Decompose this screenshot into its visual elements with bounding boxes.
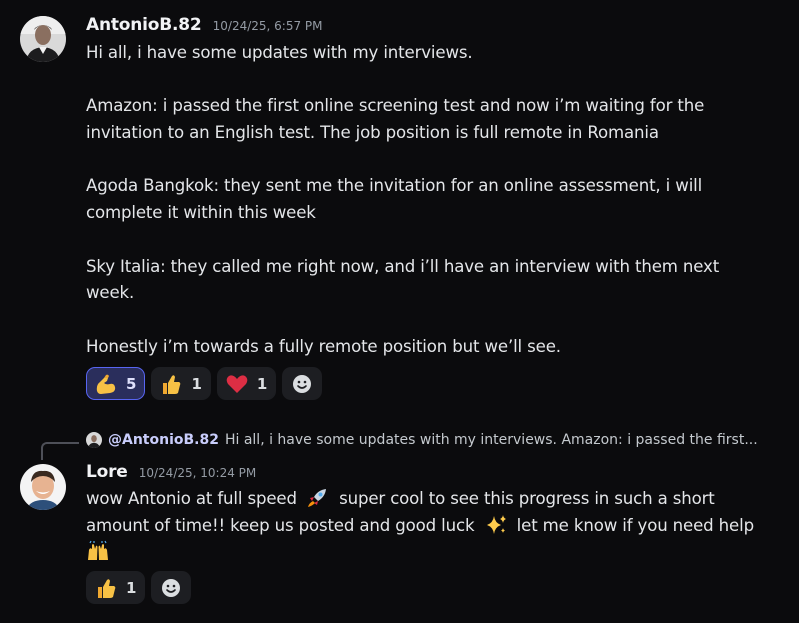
message-antonio: AntonioB.82 10/24/25, 6:57 PM Hi all, i … [0, 0, 799, 420]
person-photo-icon [20, 464, 66, 510]
message-paragraph: Sky Italia: they called me right now, an… [86, 256, 720, 303]
reaction-count: 5 [126, 374, 137, 393]
thumbs-up-icon [98, 578, 116, 598]
reaction-bar: 1 [86, 571, 192, 604]
reaction-count: 1 [256, 374, 268, 393]
reaction-thumbs-up[interactable]: 1 [151, 367, 211, 400]
smiley-add-icon [162, 578, 181, 597]
message-paragraph: Agoda Bangkok: they sent me the invitati… [86, 176, 703, 223]
reaction-thumbs-up[interactable]: 1 [86, 571, 146, 604]
thumbs-up-icon [163, 374, 181, 394]
username[interactable]: Lore [86, 462, 128, 482]
raising-hands-icon [88, 541, 108, 561]
message-header: Lore 10/24/25, 10:24 PM [86, 462, 256, 482]
message-text: wow Antonio at full speed [86, 489, 297, 508]
reaction-red-heart[interactable]: 1 [216, 367, 277, 400]
rocket-icon [307, 489, 326, 507]
reaction-flexed-biceps[interactable]: 5 [86, 367, 146, 400]
message-content: Hi all, i have some updates with my inte… [86, 40, 766, 360]
username[interactable]: AntonioB.82 [86, 15, 202, 35]
smiley-add-icon [293, 374, 312, 393]
message-text: let me know if you need help [516, 515, 754, 535]
message-paragraph: Amazon: i passed the first online screen… [86, 96, 705, 143]
message-paragraph: Hi all, i have some updates with my inte… [86, 43, 473, 62]
flexed-biceps-icon [96, 374, 116, 394]
reaction-bar: 5 1 1 [86, 367, 323, 400]
avatar[interactable] [20, 464, 66, 510]
person-photo-icon [20, 16, 66, 62]
timestamp: 10/24/25, 10:24 PM [138, 466, 257, 480]
red-heart-icon [226, 374, 248, 393]
message-lore: Lore 10/24/25, 10:24 PM wow Antonio at f… [0, 420, 799, 623]
message-header: AntonioB.82 10/24/25, 6:57 PM [86, 15, 323, 35]
add-reaction-button[interactable] [282, 367, 323, 400]
timestamp: 10/24/25, 6:57 PM [212, 19, 323, 33]
chat-log: AntonioB.82 10/24/25, 6:57 PM Hi all, i … [0, 0, 799, 623]
message-content: wow Antonio at full speed super cool to … [86, 486, 766, 566]
add-reaction-button[interactable] [151, 571, 192, 604]
message-paragraph: Honestly i’m towards a fully remote posi… [86, 336, 561, 356]
reaction-count: 1 [126, 578, 137, 597]
avatar[interactable] [20, 16, 66, 62]
reaction-count: 1 [191, 374, 202, 393]
sparkles-icon [486, 514, 506, 534]
